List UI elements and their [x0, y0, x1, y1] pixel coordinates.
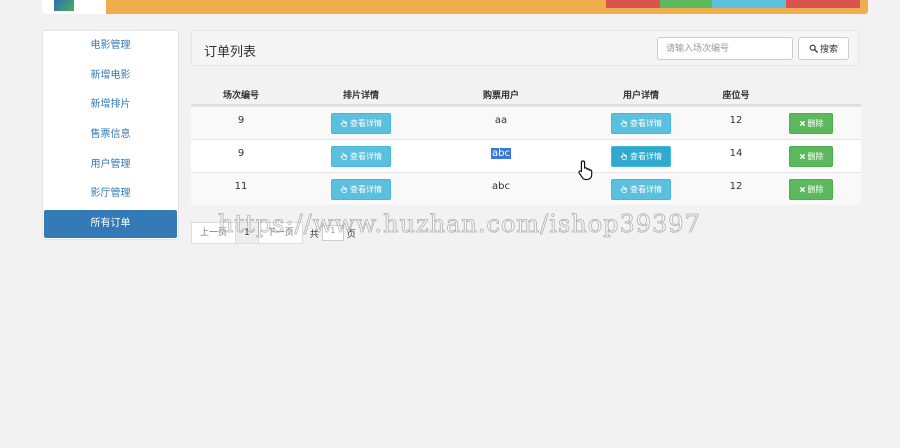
search-input[interactable]	[657, 37, 793, 60]
sidebar-item-all-orders[interactable]: 所有订单	[44, 210, 177, 239]
close-icon	[799, 120, 805, 126]
page-number-current[interactable]: 1	[235, 222, 259, 244]
total-pages-prefix: 共	[309, 229, 319, 240]
view-button-label: 查看详情	[630, 184, 662, 194]
seat-cell: 14	[729, 148, 743, 159]
view-user-detail-button[interactable]: 查看详情	[611, 112, 671, 134]
selected-buyer-text[interactable]: abc	[491, 148, 511, 159]
nav-button-1[interactable]	[606, 0, 660, 8]
column-header-session: 场次编号	[222, 90, 259, 101]
hand-pointer-icon	[340, 185, 347, 193]
buyer-cell: abc	[431, 140, 571, 159]
session-cell: 11	[234, 181, 248, 192]
nav-button-2[interactable]	[660, 0, 712, 8]
search-icon	[809, 44, 818, 53]
logo-icon	[54, 0, 74, 11]
sidebar-item-add-movie[interactable]: 新增电影	[43, 61, 178, 91]
table-row: 9 查看详情 abc 查看详情 14 删除	[191, 139, 861, 172]
view-user-detail-button[interactable]: 查看详情	[611, 145, 671, 167]
buyer-cell: aa	[494, 115, 508, 126]
hand-pointer-icon	[340, 119, 347, 127]
view-button-label: 查看详情	[350, 151, 382, 161]
total-pages-suffix: 页	[346, 229, 356, 240]
column-header-user-detail: 用户详情	[622, 90, 659, 101]
buyer-cell: abc	[492, 181, 510, 192]
delete-button[interactable]: 删除	[789, 112, 833, 134]
delete-button-label: 删除	[807, 118, 824, 128]
top-navbar	[42, 0, 868, 14]
close-icon	[799, 153, 805, 159]
table-header: 场次编号 排片详情 购票用户 用户详情 座位号	[191, 84, 861, 106]
view-schedule-detail-button[interactable]: 查看详情	[331, 145, 391, 167]
orders-table: 场次编号 排片详情 购票用户 用户详情 座位号 9 查看详情 aa 查看详情 1…	[191, 84, 861, 205]
view-button-label: 查看详情	[350, 118, 382, 128]
view-button-label: 查看详情	[350, 184, 382, 194]
view-schedule-detail-button[interactable]: 查看详情	[331, 112, 391, 134]
sidebar-item-user-manage[interactable]: 用户管理	[43, 150, 178, 180]
session-cell: 9	[237, 148, 245, 159]
nav-button-3[interactable]	[712, 0, 786, 8]
total-pages-value: 1	[321, 225, 344, 241]
nav-button-4[interactable]	[786, 0, 860, 8]
hand-pointer-icon	[340, 152, 347, 160]
delete-button-label: 删除	[807, 184, 824, 194]
sidebar-item-hall-manage[interactable]: 影厅管理	[43, 179, 178, 209]
delete-button-label: 删除	[807, 151, 824, 161]
sidebar-item-add-schedule[interactable]: 新增排片	[43, 90, 178, 120]
search-button-label: 搜索	[819, 45, 838, 55]
prev-page-button[interactable]: 上一页	[191, 222, 237, 244]
page-title: 订单列表	[204, 45, 257, 60]
table-row: 9 查看详情 aa 查看详情 12 删除	[191, 106, 861, 139]
sidebar-item-movie-manage[interactable]: 电影管理	[43, 31, 178, 61]
delete-button[interactable]: 删除	[789, 145, 833, 167]
logo	[42, 0, 106, 14]
seat-cell: 12	[729, 115, 743, 126]
panel-header: 订单列表 搜索	[191, 30, 859, 66]
mouse-cursor-icon	[578, 160, 593, 181]
hand-pointer-icon	[620, 185, 627, 193]
column-header-schedule-detail: 排片详情	[342, 90, 379, 101]
hand-pointer-icon	[620, 152, 627, 160]
table-row: 11 查看详情 abc 查看详情 12 删除	[191, 172, 861, 205]
view-button-label: 查看详情	[630, 118, 662, 128]
delete-button[interactable]: 删除	[789, 178, 833, 200]
view-button-label: 查看详情	[630, 151, 662, 161]
close-icon	[799, 186, 805, 192]
view-schedule-detail-button[interactable]: 查看详情	[331, 178, 391, 200]
seat-cell: 12	[729, 181, 743, 192]
pagination: 上一页 1 下一页 共 1 页	[191, 222, 356, 244]
column-header-buyer: 购票用户	[482, 90, 519, 101]
session-cell: 9	[237, 115, 245, 126]
sidebar-item-ticket-info[interactable]: 售票信息	[43, 120, 178, 150]
next-page-button[interactable]: 下一页	[257, 222, 303, 244]
search-button[interactable]: 搜索	[798, 37, 849, 60]
sidebar: 电影管理 新增电影 新增排片 售票信息 用户管理 影厅管理 所有订单	[42, 30, 179, 240]
hand-pointer-icon	[620, 119, 627, 127]
column-header-seat: 座位号	[722, 90, 750, 101]
view-user-detail-button[interactable]: 查看详情	[611, 178, 671, 200]
